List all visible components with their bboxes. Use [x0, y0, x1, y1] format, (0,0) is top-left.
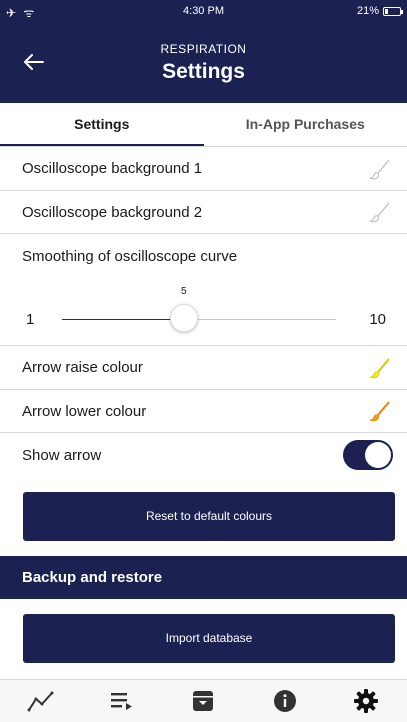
gear-icon	[354, 689, 379, 713]
nav-info[interactable]	[265, 681, 305, 721]
bottom-navigation	[0, 679, 407, 722]
battery-percent: 21%	[356, 5, 379, 17]
row-label: Arrow lower colour	[22, 402, 147, 420]
smoothing-slider-thumb[interactable]	[169, 304, 198, 332]
info-icon	[273, 690, 296, 712]
status-time: 4:30 PM	[183, 5, 224, 17]
tab-in-app-purchases[interactable]: In-App Purchases	[204, 103, 407, 146]
slider-fill	[62, 319, 184, 320]
nav-playlist[interactable]	[102, 681, 142, 721]
backup-section-header: Backup and restore	[0, 556, 407, 599]
reset-colours-button[interactable]: Reset to default colours	[23, 492, 395, 541]
brush-tip	[369, 414, 379, 422]
toggle-knob	[365, 442, 391, 468]
archive-icon	[193, 691, 214, 711]
status-bar: ✈ ᯤ 4:30 PM 21%	[0, 4, 407, 20]
nav-settings[interactable]	[346, 681, 386, 721]
tab-bar: Settings In-App Purchases	[0, 103, 407, 147]
row-label: Arrow raise colour	[22, 359, 143, 376]
brush-icon[interactable]	[369, 357, 391, 379]
tab-settings[interactable]: Settings	[0, 103, 204, 146]
nav-chart[interactable]	[21, 681, 61, 721]
page-title: Settings	[162, 60, 245, 83]
row-arrow-lower-colour[interactable]: Arrow lower colour	[0, 390, 407, 433]
row-label: Oscilloscope background 1	[22, 160, 203, 177]
brush-icon[interactable]	[369, 201, 391, 223]
slider-max-label: 10	[369, 311, 386, 328]
brush-icon[interactable]	[369, 158, 391, 180]
battery-icon	[383, 6, 403, 16]
brush-icon[interactable]	[369, 400, 391, 422]
playlist-icon	[111, 693, 133, 710]
app-header: ✈ ᯤ 4:30 PM 21% RESPIRATION Settings	[0, 0, 407, 103]
row-oscilloscope-background-1[interactable]: Oscilloscope background 1	[0, 147, 407, 191]
smoothing-label: Smoothing of oscilloscope curve	[22, 248, 238, 265]
row-label: Oscilloscope background 2	[22, 203, 203, 221]
header-subtitle: RESPIRATION	[160, 42, 247, 56]
row-oscilloscope-background-2[interactable]: Oscilloscope background 2	[0, 191, 407, 234]
row-show-arrow: Show arrow	[0, 433, 407, 477]
smoothing-slider-track[interactable]	[62, 319, 336, 320]
smoothing-setting: Smoothing of oscilloscope curve 5 1 10	[0, 234, 407, 346]
chart-line-icon	[27, 691, 54, 712]
row-arrow-raise-colour[interactable]: Arrow raise colour	[0, 346, 407, 390]
import-database-button[interactable]: Import database	[23, 614, 395, 663]
slider-value-label: 5	[180, 286, 187, 297]
nav-archive[interactable]	[183, 681, 223, 721]
show-arrow-toggle[interactable]	[343, 440, 393, 470]
brush-tip	[369, 370, 379, 378]
battery-status: 21%	[356, 5, 403, 17]
slider-min-label: 1	[26, 311, 35, 328]
